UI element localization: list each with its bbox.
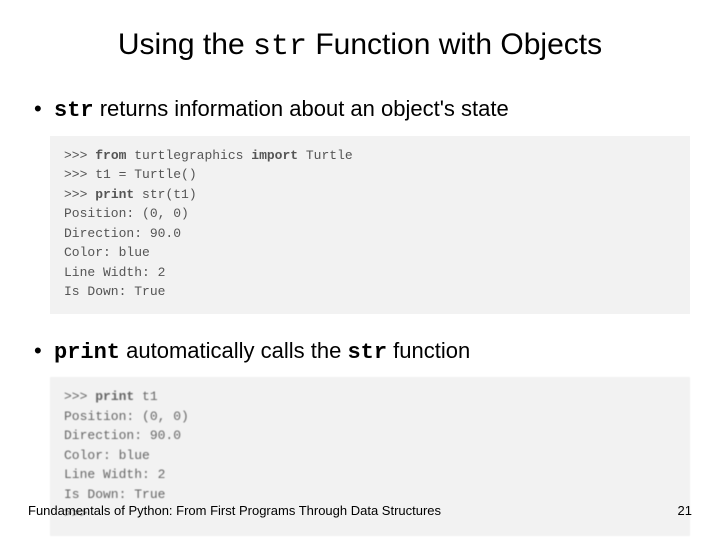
code-line: Direction: 90.0 bbox=[64, 226, 181, 241]
code-line: >>> t1 = Turtle() bbox=[64, 167, 197, 182]
slide-title: Using the str Function with Objects bbox=[0, 0, 720, 74]
code-text: str(t1) bbox=[134, 187, 196, 202]
code-line: >>> print str(t1) bbox=[64, 187, 197, 202]
code-line: Position: (0, 0) bbox=[64, 206, 189, 221]
code-line: Line Width: 2 bbox=[64, 467, 165, 482]
footer-text: Fundamentals of Python: From First Progr… bbox=[28, 503, 441, 518]
code-line: Is Down: True bbox=[64, 487, 165, 502]
bullet-marker: • bbox=[30, 336, 54, 366]
bullet-marker: • bbox=[30, 94, 54, 124]
bullet-text: str returns information about an object'… bbox=[54, 94, 509, 126]
code-line: >>> print t1 bbox=[64, 389, 158, 404]
code-text: t1 bbox=[134, 389, 157, 404]
keyword: import bbox=[251, 148, 298, 163]
code-line: Position: (0, 0) bbox=[64, 409, 189, 424]
code-line: Direction: 90.0 bbox=[64, 428, 181, 443]
code-text: turtlegraphics bbox=[126, 148, 251, 163]
prompt: >>> bbox=[64, 389, 95, 404]
bullet-list: • print automatically calls the str func… bbox=[0, 336, 720, 368]
code-line: Color: blue bbox=[64, 448, 150, 463]
keyword: from bbox=[95, 148, 126, 163]
bullet2-rest: function bbox=[387, 338, 470, 363]
code-line: Color: blue bbox=[64, 245, 150, 260]
prompt: >>> bbox=[64, 187, 95, 202]
bullet2-mid: automatically calls the bbox=[120, 338, 347, 363]
footer: Fundamentals of Python: From First Progr… bbox=[28, 503, 692, 518]
bullet1-code: str bbox=[54, 98, 94, 123]
bullet2-code2: str bbox=[347, 340, 387, 365]
bullet-list: • str returns information about an objec… bbox=[0, 74, 720, 126]
bullet-text: print automatically calls the str functi… bbox=[54, 336, 470, 368]
code-line: Is Down: True bbox=[64, 284, 165, 299]
code-block-1: >>> from turtlegraphics import Turtle >>… bbox=[50, 136, 690, 314]
title-post: Function with Objects bbox=[307, 28, 602, 61]
keyword: print bbox=[95, 187, 134, 202]
page-number: 21 bbox=[678, 503, 692, 518]
bullet-item: • print automatically calls the str func… bbox=[30, 336, 690, 368]
title-code: str bbox=[253, 30, 307, 64]
slide: Using the str Function with Objects • st… bbox=[0, 0, 720, 540]
keyword: print bbox=[95, 389, 134, 404]
prompt: >>> bbox=[64, 148, 95, 163]
bullet2-code1: print bbox=[54, 340, 120, 365]
code-line: >>> from turtlegraphics import Turtle bbox=[64, 148, 353, 163]
code-line: Line Width: 2 bbox=[64, 265, 165, 280]
bullet-item: • str returns information about an objec… bbox=[30, 94, 690, 126]
title-pre: Using the bbox=[118, 28, 253, 61]
bullet1-rest: returns information about an object's st… bbox=[94, 96, 509, 121]
code-text: Turtle bbox=[298, 148, 353, 163]
